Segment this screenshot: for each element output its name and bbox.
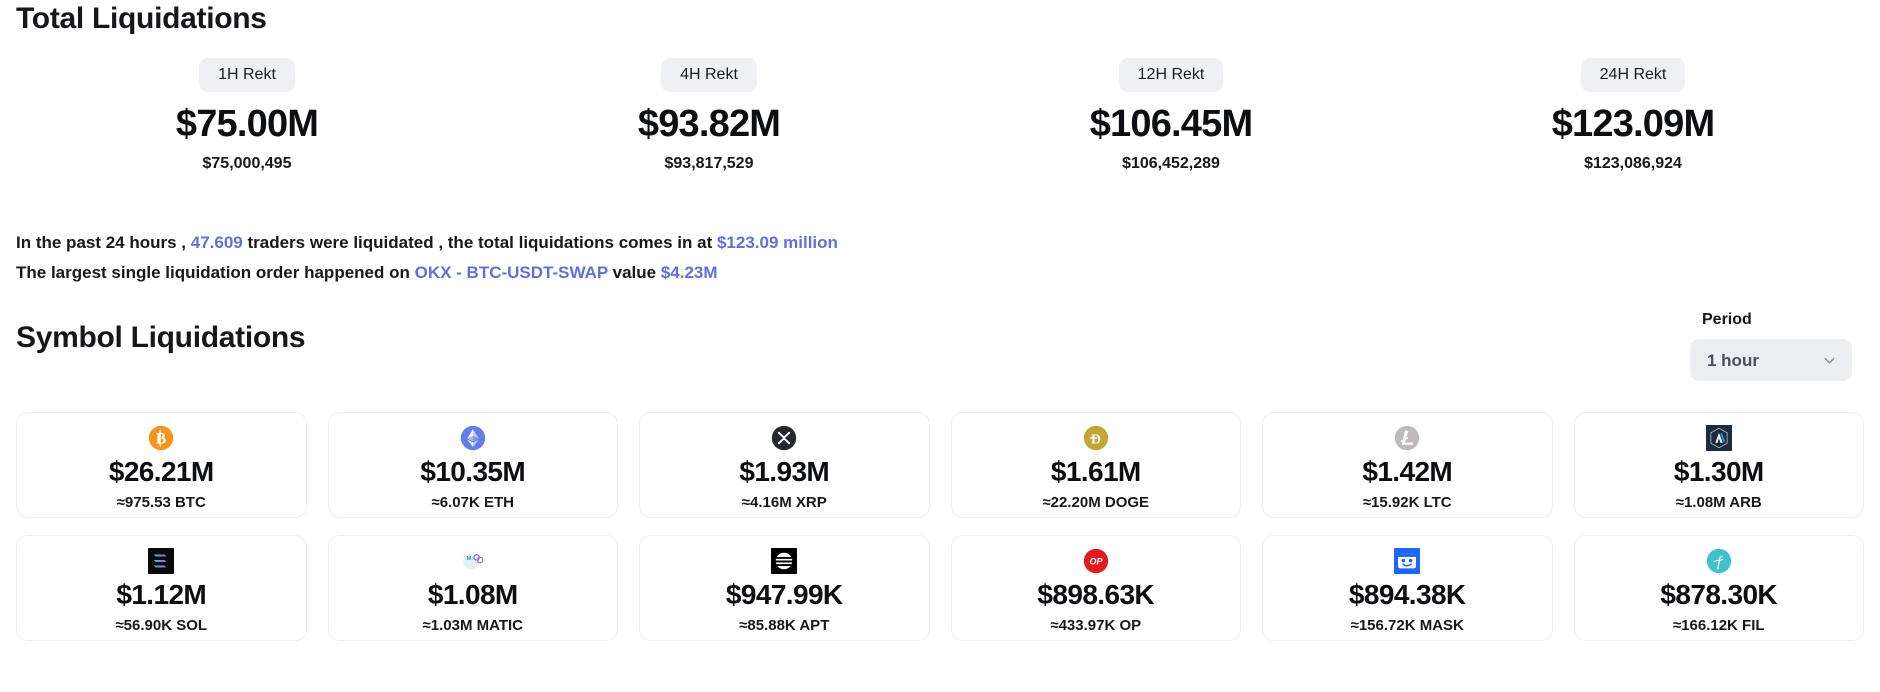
- traders-count-link[interactable]: 47.609: [191, 233, 243, 252]
- symbol-liquidation-value: $1.42M: [1362, 456, 1453, 487]
- stat-value: $75.00M: [175, 103, 319, 145]
- summary-line2-prefix: The largest single liquidation order hap…: [16, 263, 415, 282]
- stat-period-badge: 24H Rekt: [1580, 58, 1686, 92]
- summary-line1-prefix: In the past 24 hours ,: [16, 233, 191, 252]
- symbol-card[interactable]: B $26.21M ≈975.53 BTC: [16, 412, 307, 518]
- symbol-card[interactable]: $1.12M ≈56.90K SOL: [16, 535, 307, 641]
- symbol-liquidation-value: $1.12M: [116, 579, 207, 610]
- xrp-icon: [771, 425, 797, 451]
- symbol-liquidation-value: $894.38K: [1348, 579, 1466, 610]
- symbol-liquidation-value: $1.61M: [1050, 456, 1141, 487]
- period-dropdown[interactable]: 1 hour: [1690, 339, 1852, 381]
- svg-text:B: B: [156, 431, 166, 448]
- summary-line2-middle: value: [607, 263, 661, 282]
- symbol-card[interactable]: $1.42M ≈15.92K LTC: [1262, 412, 1553, 518]
- period-selector: Period 1 hour: [1690, 312, 1852, 381]
- symbol-liquidation-value: $10.35M: [420, 456, 526, 487]
- stat-value: $106.45M: [1089, 103, 1253, 145]
- eth-icon: [460, 425, 486, 451]
- symbol-liquidation-amount: ≈56.90K SOL: [115, 617, 208, 635]
- symbol-liquidation-value: $947.99K: [725, 579, 843, 610]
- svg-text:M: M: [466, 556, 471, 562]
- svg-text:D: D: [1091, 432, 1101, 447]
- total-stat-card: 12H Rekt $106.45M $106,452,289: [940, 58, 1402, 172]
- stat-exact-value: $75,000,495: [202, 155, 292, 172]
- sol-icon: [148, 548, 175, 574]
- largest-order-value-link[interactable]: $4.23M: [661, 263, 718, 282]
- stat-exact-value: $106,452,289: [1122, 155, 1220, 172]
- symbol-card[interactable]: $1.30M ≈1.08M ARB: [1573, 412, 1864, 518]
- symbol-liquidation-amount: ≈433.97K OP: [1050, 617, 1142, 635]
- total-stats-row: 1H Rekt $75.00M $75,000,495 4H Rekt $93.82M $…: [16, 58, 1864, 172]
- summary-text: In the past 24 hours , 47.609 traders we…: [16, 228, 838, 288]
- period-label: Period: [1702, 311, 1752, 328]
- stat-exact-value: $93,817,529: [664, 155, 754, 172]
- fil-icon: f: [1706, 548, 1732, 574]
- summary-line-2: The largest single liquidation order hap…: [16, 258, 838, 288]
- apt-icon: [771, 548, 798, 574]
- symbol-card[interactable]: f $878.30K ≈166.12K FIL: [1573, 535, 1864, 641]
- total-liquidations-link[interactable]: $123.09 million: [717, 233, 838, 252]
- summary-line1-middle: traders were liquidated , the total liqu…: [242, 233, 717, 252]
- symbol-liquidation-amount: ≈85.88K APT: [739, 617, 830, 635]
- stat-value: $93.82M: [637, 103, 781, 145]
- svg-text:OP: OP: [1089, 557, 1102, 567]
- symbol-liquidation-value: $26.21M: [108, 456, 214, 487]
- total-stat-card: 1H Rekt $75.00M $75,000,495: [16, 58, 478, 172]
- symbol-cards-grid: B $26.21M ≈975.53 BTC $10.35M ≈6.07K ETH $1.9…: [16, 412, 1864, 641]
- liquidations-page: Total Liquidations 1H Rekt $75.00M $75,000…: [0, 0, 1880, 692]
- btc-icon: B: [148, 425, 174, 451]
- total-stat-card: 24H Rekt $123.09M $123,086,924: [1402, 58, 1864, 172]
- page-title: Total Liquidations: [16, 2, 267, 35]
- stat-period-badge: 12H Rekt: [1118, 58, 1224, 92]
- symbol-liquidation-amount: ≈6.07K ETH: [431, 494, 514, 512]
- largest-order-market-link[interactable]: OKX - BTC-USDT-SWAP: [415, 263, 608, 282]
- symbol-card[interactable]: D $1.61M ≈22.20M DOGE: [950, 412, 1241, 518]
- matic-icon: M: [460, 548, 486, 574]
- symbol-liquidation-value: $1.93M: [739, 456, 830, 487]
- symbol-liquidation-value: $1.30M: [1673, 456, 1764, 487]
- symbol-liquidation-value: $1.08M: [427, 579, 518, 610]
- stat-period-badge: 1H Rekt: [199, 58, 295, 92]
- symbol-liquidations-title: Symbol Liquidations: [16, 321, 306, 354]
- doge-icon: D: [1083, 425, 1109, 451]
- mask-icon: [1394, 548, 1421, 574]
- arb-icon: [1705, 425, 1732, 451]
- symbol-liquidation-amount: ≈22.20M DOGE: [1042, 494, 1150, 512]
- symbol-card[interactable]: $10.35M ≈6.07K ETH: [327, 412, 618, 518]
- symbol-liquidation-amount: ≈1.08M ARB: [1675, 494, 1762, 512]
- op-icon: OP: [1083, 548, 1109, 574]
- symbol-liquidation-amount: ≈975.53 BTC: [116, 494, 206, 512]
- symbol-liquidation-amount: ≈4.16M XRP: [741, 494, 827, 512]
- symbol-liquidation-amount: ≈166.12K FIL: [1672, 617, 1765, 635]
- stat-exact-value: $123,086,924: [1584, 155, 1682, 172]
- symbol-liquidation-amount: ≈15.92K LTC: [1362, 494, 1452, 512]
- stat-value: $123.09M: [1551, 103, 1715, 145]
- symbol-card[interactable]: $894.38K ≈156.72K MASK: [1262, 535, 1553, 641]
- symbol-liquidation-amount: ≈1.03M MATIC: [422, 617, 523, 635]
- symbol-card[interactable]: $947.99K ≈85.88K APT: [639, 535, 930, 641]
- total-stat-card: 4H Rekt $93.82M $93,817,529: [478, 58, 940, 172]
- symbol-liquidation-value: $878.30K: [1660, 579, 1778, 610]
- symbol-card[interactable]: OP $898.63K ≈433.97K OP: [950, 535, 1241, 641]
- chevron-down-icon: [1822, 353, 1837, 368]
- period-selected-value: 1 hour: [1707, 350, 1759, 370]
- symbol-liquidation-value: $898.63K: [1037, 579, 1155, 610]
- stat-period-badge: 4H Rekt: [661, 58, 757, 92]
- symbol-card[interactable]: M $1.08M ≈1.03M MATIC: [327, 535, 618, 641]
- ltc-icon: [1394, 425, 1420, 451]
- symbol-card[interactable]: $1.93M ≈4.16M XRP: [639, 412, 930, 518]
- summary-line-1: In the past 24 hours , 47.609 traders we…: [16, 228, 838, 258]
- symbol-liquidation-amount: ≈156.72K MASK: [1350, 617, 1464, 635]
